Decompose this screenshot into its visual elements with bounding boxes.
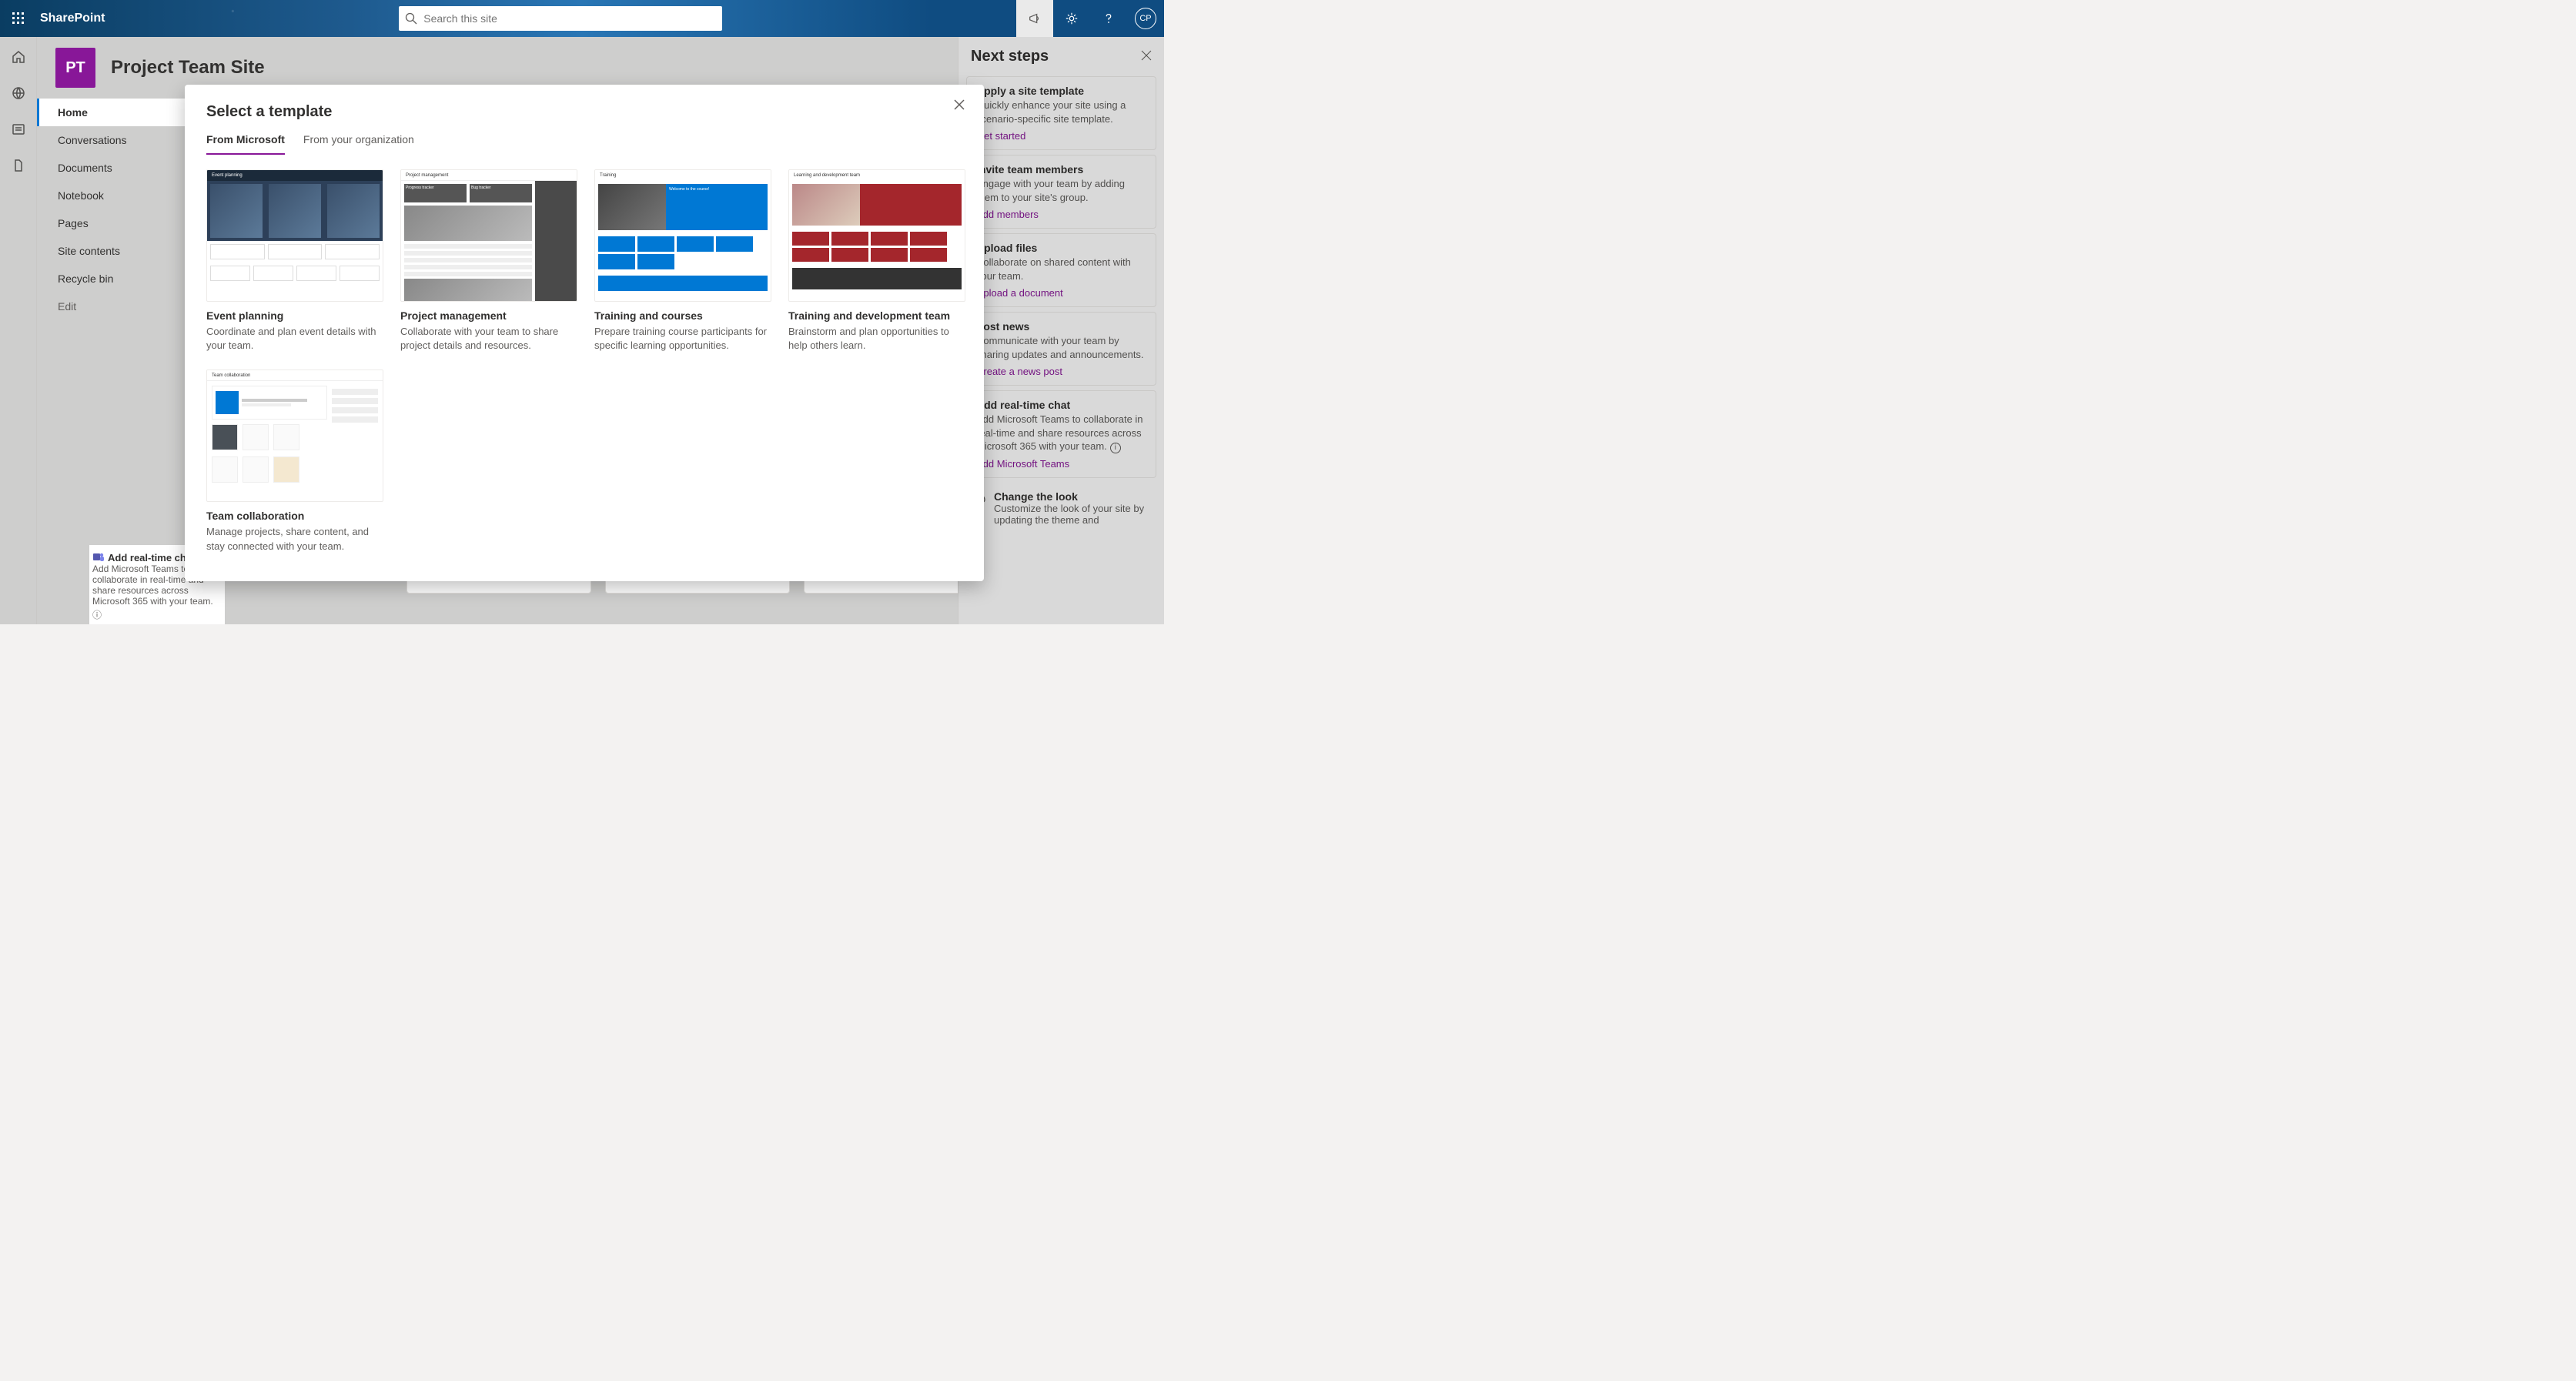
template-thumbnail: Team collaboration	[206, 369, 383, 502]
dialog-title: Select a template	[206, 103, 962, 121]
nav-item-conversations[interactable]: Conversations	[37, 126, 191, 154]
template-thumbnail: TrainingWelcome to the course!	[594, 169, 771, 302]
app-launcher-button[interactable]	[0, 0, 37, 37]
nav-item-home[interactable]: Home	[37, 99, 191, 126]
template-training-and-courses[interactable]: TrainingWelcome to the course! Training a…	[594, 169, 771, 353]
avatar: CP	[1135, 8, 1156, 29]
template-desc: Manage projects, share content, and stay…	[206, 525, 383, 553]
suite-bar: SharePoint CP	[0, 0, 1164, 37]
tab-from-your-organization[interactable]: From your organization	[303, 129, 414, 155]
template-desc: Prepare training course participants for…	[594, 325, 771, 353]
template-picker-dialog: Select a template From Microsoft From you…	[185, 85, 984, 581]
settings-button[interactable]	[1053, 0, 1090, 37]
nav-item-pages[interactable]: Pages	[37, 209, 191, 237]
site-title[interactable]: Project Team Site	[111, 57, 265, 79]
search-box[interactable]	[399, 6, 722, 31]
template-event-planning[interactable]: Event planning Event planning Coordinate a…	[206, 169, 383, 353]
info-icon[interactable]: ⓘ	[92, 608, 222, 621]
dialog-tabs: From Microsoft From your organization	[206, 129, 962, 155]
template-project-management[interactable]: Project managementProgress trackerBug tr…	[400, 169, 577, 353]
template-thumbnail: Learning and development team	[788, 169, 965, 302]
template-name: Training and development team	[788, 309, 965, 322]
template-name: Team collaboration	[206, 510, 383, 522]
account-button[interactable]: CP	[1127, 0, 1164, 37]
site-logo[interactable]: PT	[55, 48, 95, 88]
template-name: Training and courses	[594, 309, 771, 322]
template-desc: Coordinate and plan event details with y…	[206, 325, 383, 353]
teams-icon	[92, 551, 105, 563]
search-icon	[405, 12, 417, 25]
search-input[interactable]	[423, 12, 716, 25]
template-desc: Collaborate with your team to share proj…	[400, 325, 577, 353]
nav-item-recycle-bin[interactable]: Recycle bin	[37, 265, 191, 293]
template-desc: Brainstorm and plan opportunities to hel…	[788, 325, 965, 353]
template-name: Project management	[400, 309, 577, 322]
nav-item-documents[interactable]: Documents	[37, 154, 191, 182]
template-thumbnail: Event planning	[206, 169, 383, 302]
help-button[interactable]	[1090, 0, 1127, 37]
app-name[interactable]: SharePoint	[40, 12, 105, 25]
tab-from-microsoft[interactable]: From Microsoft	[206, 129, 285, 155]
template-thumbnail: Project managementProgress trackerBug tr…	[400, 169, 577, 302]
close-button[interactable]	[953, 99, 969, 114]
nav-item-site-contents[interactable]: Site contents	[37, 237, 191, 265]
nav-item-notebook[interactable]: Notebook	[37, 182, 191, 209]
template-name: Event planning	[206, 309, 383, 322]
nav-edit-link[interactable]: Edit	[37, 293, 191, 320]
template-training-and-development-team[interactable]: Learning and development team Training an…	[788, 169, 965, 353]
template-team-collaboration[interactable]: Team collaboration Team collaboration Mana…	[206, 369, 383, 553]
megaphone-button[interactable]	[1016, 0, 1053, 37]
